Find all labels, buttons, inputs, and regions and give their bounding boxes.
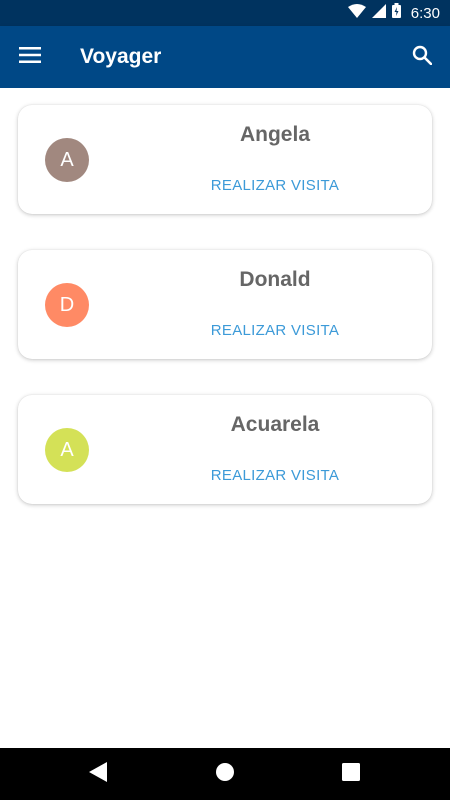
back-button[interactable] [84,760,112,788]
status-icons: 6:30 [347,0,440,26]
back-icon [89,761,107,787]
home-button[interactable] [211,760,239,788]
visit-card-acuarela[interactable]: A Acuarela REALIZAR VISITA [18,395,432,504]
visit-card-donald[interactable]: D Donald REALIZAR VISITA [18,250,432,359]
search-icon [412,45,433,70]
menu-button[interactable] [14,41,46,73]
contact-name: Angela [239,123,310,146]
search-button[interactable] [406,41,438,73]
visit-list: A Angela REALIZAR VISITA D Donald REALIZ… [0,88,450,748]
app-title: Voyager [80,45,162,68]
realizar-visita-button[interactable]: REALIZAR VISITA [118,322,432,339]
navigation-bar [0,748,450,800]
signal-icon [371,3,386,23]
contact-name: Acuarela [230,413,320,436]
realizar-visita-button[interactable]: REALIZAR VISITA [118,177,432,194]
menu-icon [19,46,41,68]
realizar-visita-button[interactable]: REALIZAR VISITA [118,467,432,484]
battery-icon [391,3,401,23]
app-bar: Voyager [0,26,450,88]
avatar: A [45,138,89,182]
recents-button[interactable] [337,760,365,788]
contact-name: Donald [239,268,311,291]
wifi-icon [347,3,366,23]
status-bar: 6:30 [0,0,450,26]
avatar: D [45,283,89,327]
status-time: 6:30 [410,4,440,22]
avatar: A [45,428,89,472]
visit-card-angela[interactable]: A Angela REALIZAR VISITA [18,105,432,214]
recents-icon [342,762,360,786]
home-icon [215,762,235,787]
